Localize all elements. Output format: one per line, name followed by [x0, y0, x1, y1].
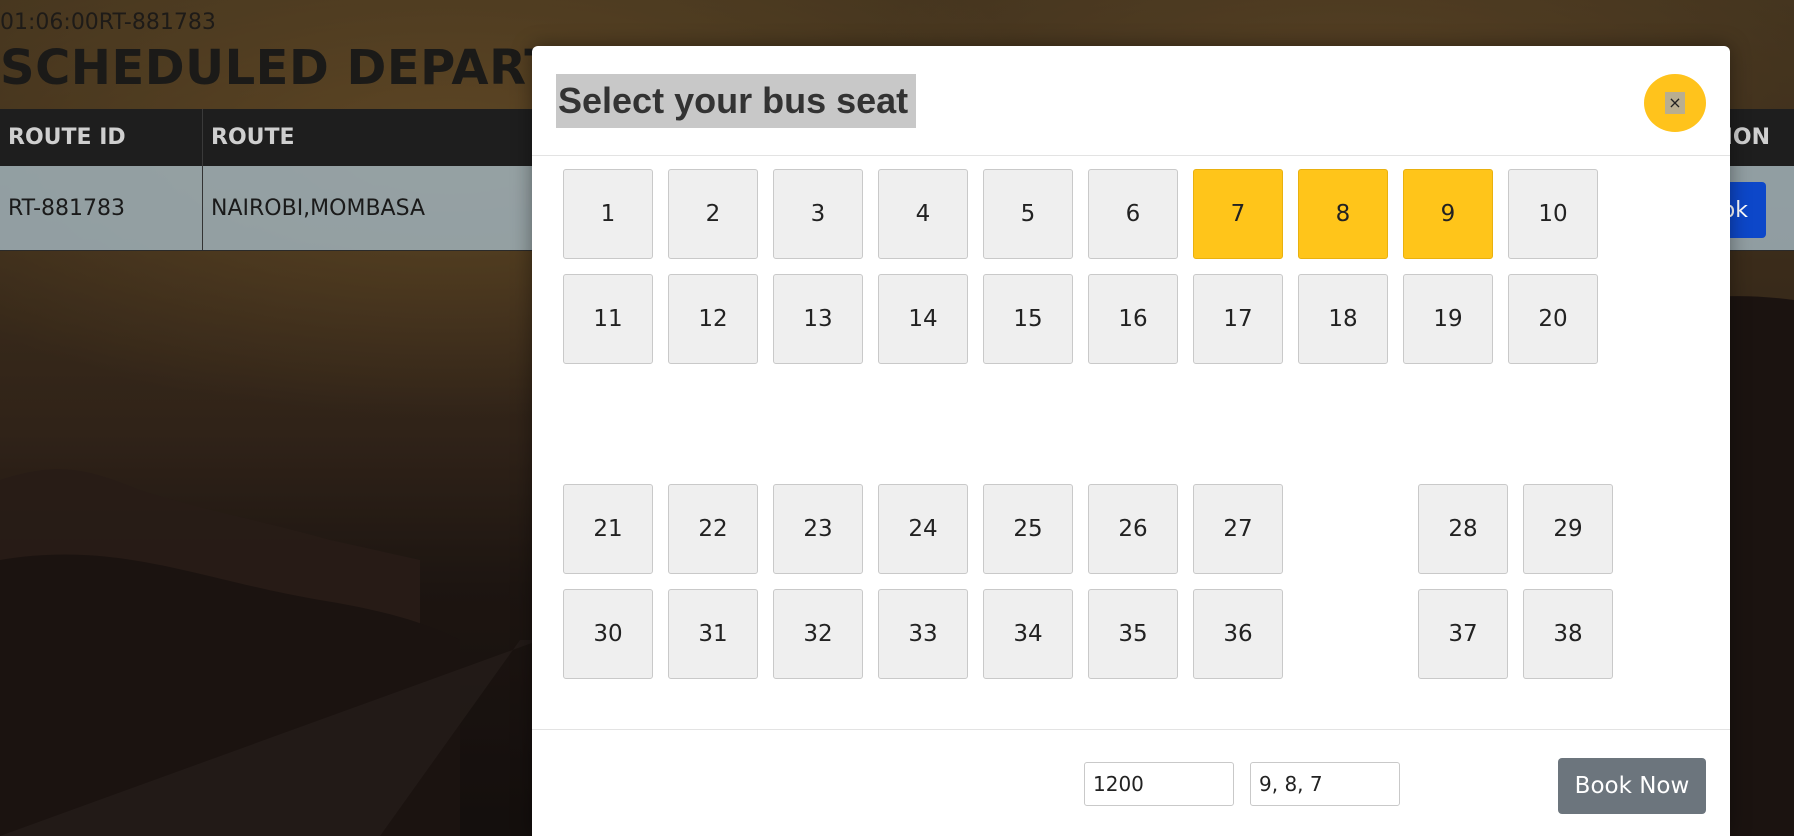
seat-30[interactable]: 30: [563, 589, 653, 679]
seat-18[interactable]: 18: [1298, 274, 1388, 364]
seat-26[interactable]: 26: [1088, 484, 1178, 574]
seat-8-selected[interactable]: 8: [1298, 169, 1388, 259]
seat-21[interactable]: 21: [563, 484, 653, 574]
seat-12[interactable]: 12: [668, 274, 758, 364]
seat-16[interactable]: 16: [1088, 274, 1178, 364]
seat-27[interactable]: 27: [1193, 484, 1283, 574]
seat-selection-modal: Select your bus seat × 1 2 3 4 5 6 7 8 9 10 11 12 13…: [532, 46, 1730, 836]
seat-4[interactable]: 4: [878, 169, 968, 259]
selected-seats-field[interactable]: [1250, 762, 1400, 806]
seat-19[interactable]: 19: [1403, 274, 1493, 364]
seat-23[interactable]: 23: [773, 484, 863, 574]
departure-meta-line: 01:06:00RT-881783: [0, 10, 216, 35]
seat-17[interactable]: 17: [1193, 274, 1283, 364]
book-now-button[interactable]: Book Now: [1558, 758, 1706, 814]
seat-25[interactable]: 25: [983, 484, 1073, 574]
seat-3[interactable]: 3: [773, 169, 863, 259]
seat-36[interactable]: 36: [1193, 589, 1283, 679]
seat-38[interactable]: 38: [1523, 589, 1613, 679]
route-id-cell: RT-881783: [0, 166, 203, 250]
seat-14[interactable]: 14: [878, 274, 968, 364]
seat-34[interactable]: 34: [983, 589, 1073, 679]
seat-37[interactable]: 37: [1418, 589, 1508, 679]
seat-5[interactable]: 5: [983, 169, 1073, 259]
seat-6[interactable]: 6: [1088, 169, 1178, 259]
close-icon: ×: [1665, 92, 1685, 114]
seat-22[interactable]: 22: [668, 484, 758, 574]
seat-35[interactable]: 35: [1088, 589, 1178, 679]
column-header-route-id: ROUTE ID: [0, 109, 203, 166]
seat-10[interactable]: 10: [1508, 169, 1598, 259]
seat-9-selected[interactable]: 9: [1403, 169, 1493, 259]
seat-33[interactable]: 33: [878, 589, 968, 679]
seat-grid: 1 2 3 4 5 6 7 8 9 10 11 12 13 14 15 16 17 18 19 20 21 22 23 24 2…: [532, 156, 1730, 776]
seat-7-selected[interactable]: 7: [1193, 169, 1283, 259]
close-button[interactable]: ×: [1644, 74, 1706, 132]
total-price-field[interactable]: [1084, 762, 1234, 806]
modal-header: Select your bus seat ×: [532, 46, 1730, 156]
seat-1[interactable]: 1: [563, 169, 653, 259]
modal-title: Select your bus seat: [556, 74, 917, 128]
seat-15[interactable]: 15: [983, 274, 1073, 364]
route-cell: NAIROBI,MOMBASA: [203, 166, 543, 250]
seat-13[interactable]: 13: [773, 274, 863, 364]
modal-footer: Book Now: [532, 729, 1730, 836]
seat-24[interactable]: 24: [878, 484, 968, 574]
seat-11[interactable]: 11: [563, 274, 653, 364]
seat-32[interactable]: 32: [773, 589, 863, 679]
seat-29[interactable]: 29: [1523, 484, 1613, 574]
seat-20[interactable]: 20: [1508, 274, 1598, 364]
seat-2[interactable]: 2: [668, 169, 758, 259]
seat-31[interactable]: 31: [668, 589, 758, 679]
seat-28[interactable]: 28: [1418, 484, 1508, 574]
column-header-route: ROUTE: [203, 109, 543, 166]
